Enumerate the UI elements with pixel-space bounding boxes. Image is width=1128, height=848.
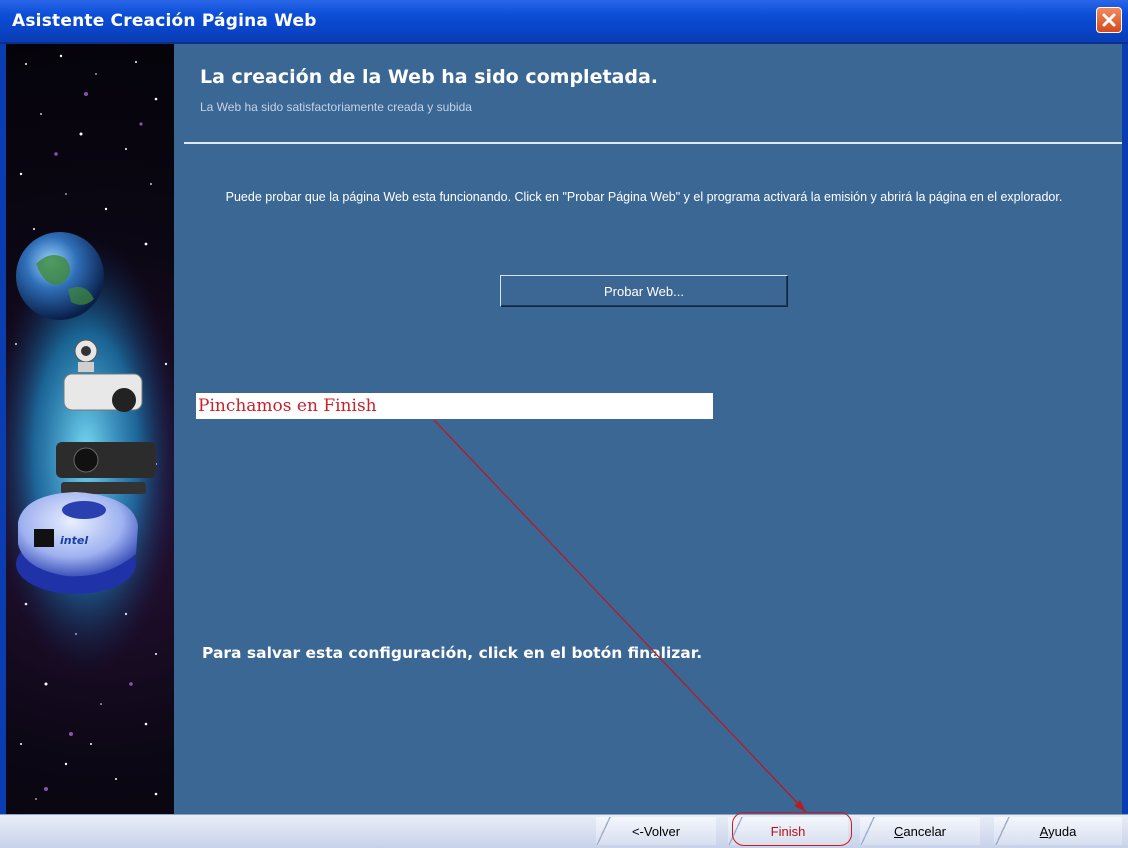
- page-subtitle: La Web ha sido satisfactoriamente creada…: [200, 100, 472, 114]
- starfield-illustration: intel: [6, 54, 174, 800]
- cancel-button[interactable]: Cancelar: [860, 817, 980, 845]
- close-button[interactable]: [1096, 7, 1122, 33]
- info-text: Puede probar que la página Web esta func…: [225, 190, 1063, 204]
- help-button[interactable]: Ayuda: [994, 817, 1122, 845]
- svg-text:intel: intel: [60, 534, 88, 547]
- header-divider: [184, 142, 1122, 144]
- wizard-window: Asistente Creación Página Web intel La c…: [0, 0, 1128, 848]
- window-frame-right: [1122, 44, 1128, 814]
- close-icon: [1102, 13, 1116, 27]
- probar-web-button[interactable]: Probar Web...: [500, 275, 788, 307]
- finish-label: Finish: [770, 823, 806, 839]
- back-label: <-Volver: [631, 823, 681, 839]
- help-label: Ayuda: [1039, 823, 1077, 839]
- button-bar: <-Volver Finish Cancelar Ayuda: [0, 814, 1128, 848]
- wizard-content: La creación de la Web ha sido completada…: [174, 44, 1122, 814]
- title-bar[interactable]: Asistente Creación Página Web: [0, 0, 1128, 44]
- probar-web-label: Probar Web...: [604, 283, 684, 299]
- finish-button[interactable]: Finish: [728, 817, 848, 845]
- intel-camera-icon: intel: [16, 492, 138, 594]
- side-banner: intel: [6, 44, 174, 814]
- annotation-text: Pinchamos en Finish: [198, 396, 377, 416]
- page-title: La creación de la Web ha sido completada…: [200, 66, 658, 88]
- cancel-label: Cancelar: [893, 823, 947, 839]
- window-title: Asistente Creación Página Web: [12, 11, 317, 31]
- save-instructions: Para salvar esta configuración, click en…: [202, 644, 703, 662]
- back-button[interactable]: <-Volver: [596, 817, 716, 845]
- annotation-callout: Pinchamos en Finish: [196, 393, 713, 419]
- webcam-icon: [74, 339, 98, 372]
